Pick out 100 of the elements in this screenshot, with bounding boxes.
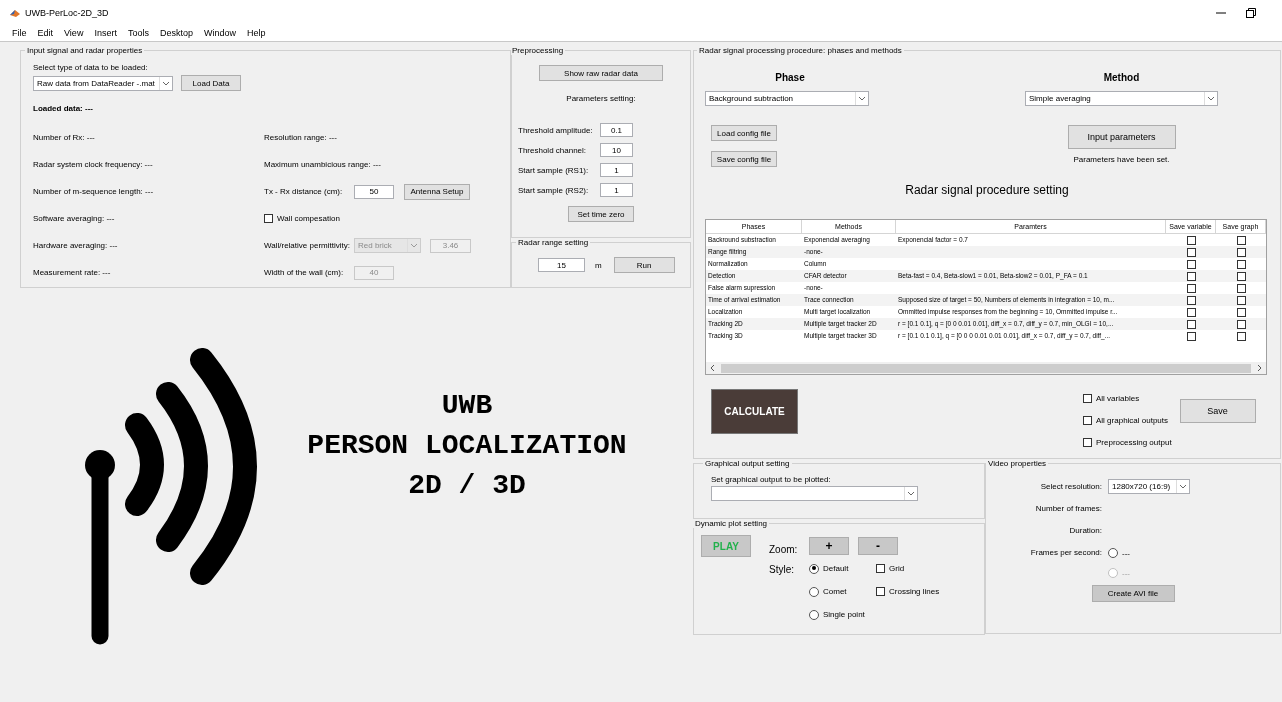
phase-dropdown[interactable]: Background subtraction — [705, 91, 869, 106]
set-time-zero-button[interactable]: Set time zero — [568, 206, 634, 222]
save-config-button[interactable]: Save config file — [711, 151, 777, 167]
create-avi-button[interactable]: Create AVI file — [1091, 585, 1175, 602]
app-icon — [10, 7, 20, 18]
section-label: Parameters setting: — [566, 94, 636, 103]
checkbox[interactable] — [1083, 437, 1092, 447]
window-title: UWB-PerLoc-2D_3D — [25, 7, 109, 18]
checkbox[interactable] — [1236, 295, 1246, 305]
menu-item[interactable]: Desktop — [159, 28, 193, 38]
panel-title: Radar signal processing procedure: phases and methods — [698, 46, 903, 55]
checkbox[interactable] — [1186, 271, 1196, 281]
method-dropdown[interactable]: Simple averaging — [1025, 91, 1218, 106]
checkbox-label: Preprocessing output — [1096, 437, 1172, 447]
caret-icon — [1176, 479, 1189, 493]
checkbox[interactable] — [1186, 259, 1196, 269]
input-field[interactable]: 10 — [600, 143, 633, 157]
field-label: Start sample (RS2): — [518, 185, 590, 195]
info-label: Maximum unambicious range: --- — [264, 160, 381, 169]
checkbox[interactable] — [1236, 319, 1246, 329]
caret-icon — [904, 487, 917, 500]
radio-button[interactable] — [809, 563, 819, 574]
panel-title: Radar range setting — [517, 238, 590, 247]
checkbox[interactable] — [1236, 259, 1246, 269]
info-label: Software averaging: --- — [33, 214, 115, 223]
checkbox[interactable] — [264, 214, 273, 223]
radio-button[interactable] — [809, 586, 819, 597]
checkbox[interactable] — [1236, 271, 1246, 281]
scroll-thumb[interactable] — [721, 363, 1251, 373]
calculate-button[interactable]: CALCULATE — [711, 389, 798, 434]
checkbox[interactable] — [1236, 307, 1246, 317]
checkbox-label: All variables — [1096, 393, 1140, 403]
radio-button[interactable] — [809, 609, 819, 620]
checkbox[interactable] — [1186, 283, 1196, 293]
menu-item[interactable]: Help — [246, 28, 266, 38]
radio-label: --- — [1122, 548, 1130, 558]
checkbox[interactable] — [1186, 319, 1196, 329]
scroll-right-icon[interactable] — [1255, 364, 1263, 372]
checkbox[interactable] — [876, 587, 885, 596]
load-config-button[interactable]: Load config file — [711, 125, 777, 141]
resolution-dropdown[interactable]: 1280x720 (16:9) — [1108, 478, 1190, 494]
zoom-in-button[interactable]: + — [809, 537, 849, 555]
zoom-out-button[interactable]: - — [858, 537, 898, 555]
table-title: Radar signal procedure setting — [905, 183, 1069, 197]
checkbox-label: Wall compesation — [277, 214, 340, 223]
antenna-setup-button[interactable]: Antenna Setup — [404, 183, 470, 200]
caret-icon — [855, 92, 868, 105]
field-label: Threshold channel: — [518, 145, 588, 155]
logo-title: PERSON LOCALIZATION — [307, 430, 627, 461]
checkbox[interactable] — [1236, 283, 1246, 293]
field-label: Frames per second: — [1029, 547, 1102, 557]
column-heading: Phase — [775, 72, 805, 83]
horizontal-scrollbar[interactable] — [706, 362, 1266, 374]
checkbox[interactable] — [1083, 393, 1092, 403]
radio-label: Default — [823, 564, 849, 573]
field-label: Duration: — [1068, 525, 1102, 535]
radio-label: Comet — [823, 587, 847, 596]
info-label: Radar system clock frequency: --- — [33, 160, 153, 169]
load-data-button[interactable]: Load Data — [181, 75, 241, 91]
column-heading: Method — [1103, 72, 1140, 83]
checkbox[interactable] — [1186, 295, 1196, 305]
info-label: Hardware averaging: --- — [33, 241, 118, 250]
unit-label: m — [595, 260, 602, 270]
input-field[interactable]: 50 — [354, 184, 394, 199]
field-label: Wall/relative permittivity: — [264, 241, 351, 250]
select-label: Set graphical output to be plotted: — [711, 475, 832, 484]
run-button[interactable]: Run — [613, 257, 675, 273]
radio-label: --- — [1122, 568, 1130, 578]
checkbox[interactable] — [1236, 247, 1246, 257]
menu-item[interactable]: Insert — [94, 28, 117, 38]
panel-title: Preprocessing — [511, 46, 565, 55]
checkbox[interactable] — [1236, 235, 1246, 245]
checkbox[interactable] — [1236, 331, 1246, 341]
input-field[interactable]: 1 — [600, 163, 633, 177]
radio-label: Single point — [823, 610, 865, 619]
checkbox[interactable] — [1186, 331, 1196, 341]
save-button[interactable]: Save — [1179, 399, 1256, 423]
checkbox[interactable] — [1186, 247, 1196, 257]
input-field[interactable]: 1 — [600, 183, 633, 197]
input-parameters-button[interactable]: Input parameters — [1067, 125, 1176, 149]
checkbox[interactable] — [1186, 307, 1196, 317]
menu-item[interactable]: Tools — [127, 28, 149, 38]
logo-title: 2D / 3D — [408, 470, 526, 501]
menu-item[interactable]: File — [12, 28, 27, 38]
radio-button[interactable] — [1108, 548, 1118, 558]
data-type-dropdown[interactable]: Raw data from DataReader -.mat — [33, 75, 173, 91]
input-field[interactable]: 0.1 — [600, 123, 633, 137]
checkbox-label: All graphical outputs — [1096, 415, 1169, 425]
panel-title: Dynamic plot setting — [694, 519, 769, 528]
menu-item[interactable]: Edit — [37, 28, 54, 38]
show-data-button[interactable]: Show raw radar data — [539, 65, 663, 81]
restore-icon[interactable] — [1246, 7, 1256, 18]
range-field[interactable]: 15 — [538, 258, 585, 272]
menu-item[interactable]: View — [64, 28, 84, 38]
checkbox[interactable] — [1083, 415, 1092, 425]
menu-item[interactable]: Window — [203, 28, 236, 38]
checkbox[interactable] — [1186, 235, 1196, 245]
checkbox[interactable] — [876, 564, 885, 573]
info-label: Measurement rate: --- — [33, 268, 111, 277]
scroll-left-icon[interactable] — [709, 364, 717, 372]
